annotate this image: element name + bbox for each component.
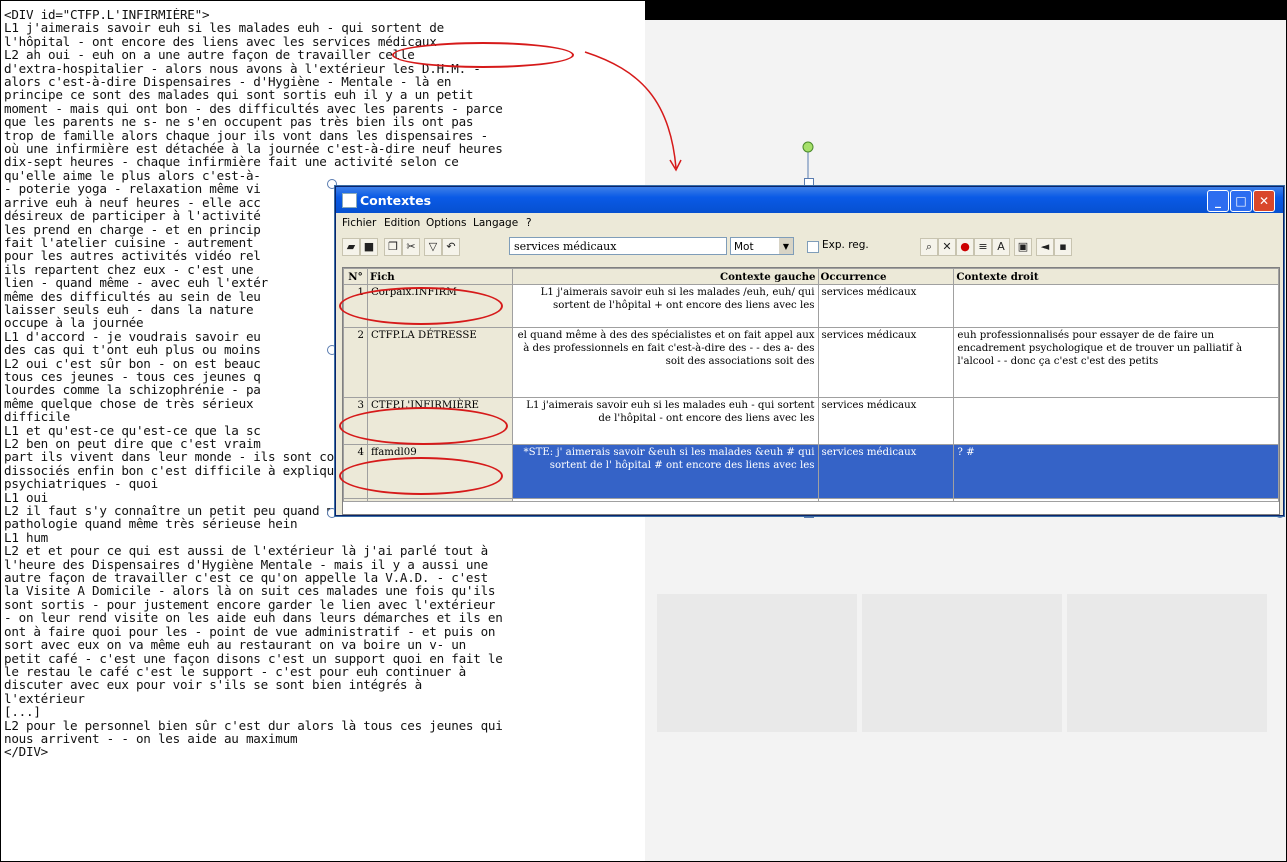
empty-cell	[343, 498, 368, 502]
row-file: CTFP.LA DÉTRESSE	[366, 327, 513, 398]
row-left-context: L1 j'aimerais savoir euh si les malades …	[511, 397, 819, 445]
menu-options[interactable]: Options	[426, 217, 467, 229]
row-left-context: el quand même à des des spécialistes et …	[511, 327, 819, 398]
cut-icon[interactable]: ✂	[402, 238, 420, 256]
row-left-context: *STE: j' aimerais savoir &euh si les mal…	[511, 444, 819, 499]
close-x-icon[interactable]: ✕	[938, 238, 956, 256]
maximize-button[interactable]: □	[1230, 190, 1252, 212]
row-left-context: L1 j'aimerais savoir euh si les malades …	[511, 284, 819, 328]
close-button[interactable]: ✕	[1253, 190, 1275, 212]
rotation-handle	[802, 141, 814, 153]
save-icon[interactable]: ■	[360, 238, 378, 256]
annotation-ellipse	[392, 42, 574, 68]
sound-icon[interactable]: ◄	[1036, 238, 1054, 256]
row-occurrence: services médicaux	[817, 284, 955, 328]
window-title: Contextes	[360, 193, 432, 208]
minimize-button[interactable]: _	[1207, 190, 1229, 212]
col-num[interactable]: N°	[343, 268, 368, 285]
row-right-context: euh professionnalisés pour essayer de de…	[953, 327, 1279, 398]
sort-icon[interactable]: ≡	[974, 238, 992, 256]
regex-checkbox[interactable]	[807, 241, 819, 253]
menu-edition[interactable]: Edition	[384, 217, 420, 229]
mode-select-value: Mot	[734, 241, 754, 253]
title-bar[interactable]: Contextes _ □ ✕	[336, 187, 1283, 213]
stop-icon[interactable]: ●	[956, 238, 974, 256]
chevron-down-icon: ▼	[779, 238, 793, 254]
open-icon[interactable]: ▰	[342, 238, 360, 256]
header-row: N° Fich Contexte gauche Occurrence Conte…	[343, 268, 1279, 285]
font-icon[interactable]: A	[992, 238, 1010, 256]
row-occurrence: services médicaux	[817, 397, 955, 445]
undo-icon[interactable]: ↶	[442, 238, 460, 256]
record-icon[interactable]: ▪	[1054, 238, 1072, 256]
row-right-context	[953, 397, 1279, 445]
contextes-window: Contextes _ □ ✕ Fichier Edition Options …	[335, 186, 1284, 516]
empty-cell	[817, 498, 955, 502]
annotation-ellipse	[339, 457, 503, 495]
row-right-context: ? #	[953, 444, 1279, 499]
row-occurrence: services médicaux	[817, 444, 955, 499]
annotation-ellipse	[339, 407, 508, 445]
table-empty-row	[343, 498, 1279, 502]
menu-bar: Fichier Edition Options Langage ?	[336, 213, 1283, 233]
col-occurrence[interactable]: Occurrence	[817, 268, 955, 285]
filter-icon[interactable]: ▽	[424, 238, 442, 256]
toolbar: ▰ ■ ❐ ✂ ▽ ↶ services médicaux Mot ▼ Exp.…	[336, 235, 1283, 259]
binoculars-icon[interactable]: ⌕	[920, 238, 938, 256]
mode-select[interactable]: Mot ▼	[730, 237, 794, 255]
row-number: 2	[343, 327, 368, 398]
empty-cell	[511, 498, 819, 502]
menu-langage[interactable]: Langage	[473, 217, 518, 229]
col-droit[interactable]: Contexte droit	[953, 268, 1279, 285]
empty-cell	[366, 498, 513, 502]
menu-help[interactable]: ?	[526, 217, 532, 229]
table-row[interactable]: 2 CTFP.LA DÉTRESSE el quand même à des d…	[343, 327, 1279, 398]
regex-label: Exp. reg.	[822, 239, 869, 251]
annotation-ellipse	[339, 287, 503, 325]
row-right-context	[953, 284, 1279, 328]
empty-cell	[953, 498, 1279, 502]
row-occurrence: services médicaux	[817, 327, 955, 398]
col-gauche[interactable]: Contexte gauche	[511, 268, 819, 285]
menu-fichier[interactable]: Fichier	[342, 217, 376, 229]
search-input[interactable]: services médicaux	[509, 237, 727, 255]
col-fich[interactable]: Fich	[366, 268, 513, 285]
properties-icon[interactable]: ▣	[1014, 238, 1032, 256]
app-icon	[342, 193, 357, 208]
annotation-arrow	[584, 51, 677, 169]
copy-icon[interactable]: ❐	[384, 238, 402, 256]
